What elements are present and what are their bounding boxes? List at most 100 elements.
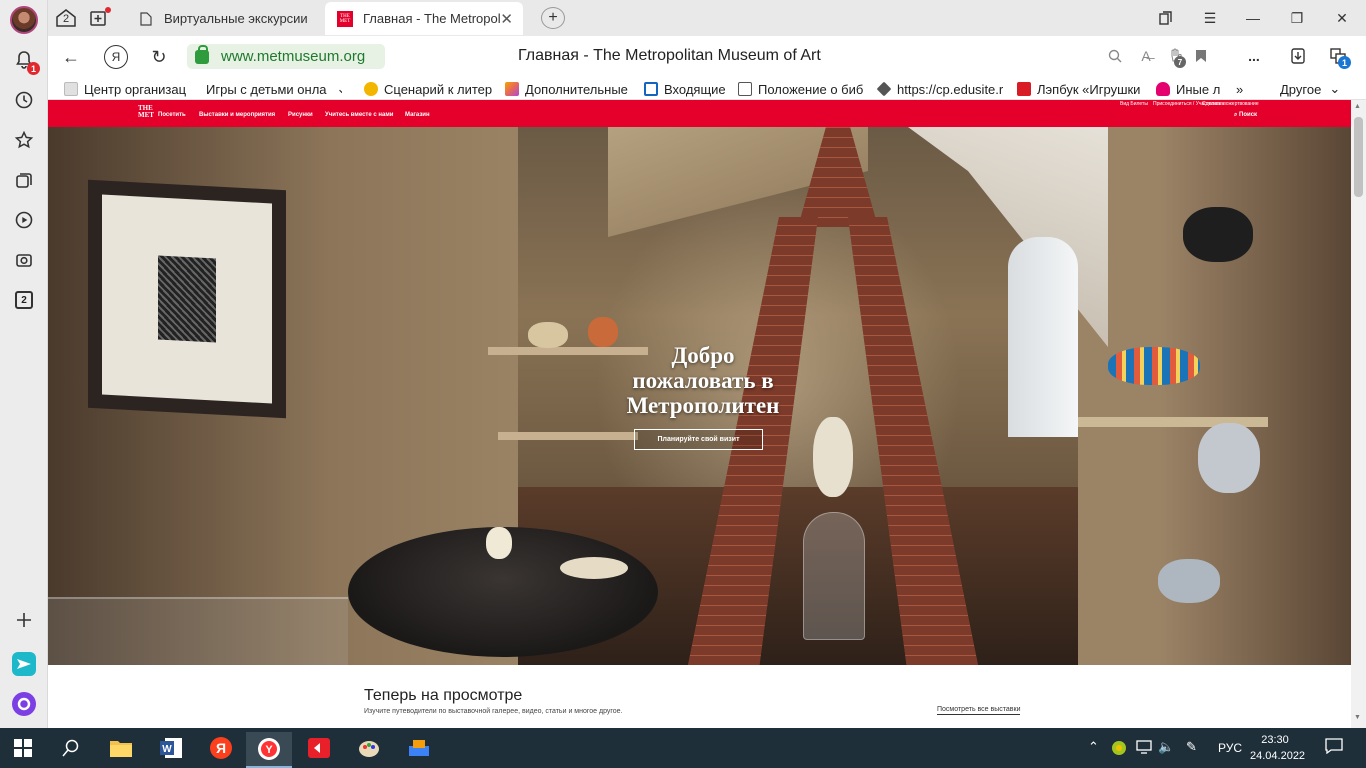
logo-line: MET: [138, 111, 154, 119]
tabs-overview-button[interactable]: 2: [54, 6, 78, 30]
taskbar-app[interactable]: [296, 730, 342, 766]
bookmarks-bar: Центр организац Игры с детьми онла ⌄ Сце…: [48, 76, 1366, 100]
taskbar-app-2[interactable]: [396, 730, 442, 766]
network-icon[interactable]: [1136, 740, 1152, 757]
collections-icon: [16, 173, 32, 188]
close-window-button[interactable]: ✕: [1330, 6, 1354, 30]
scroll-down-icon[interactable]: ▼: [1354, 714, 1361, 721]
browser-menu-button[interactable]: ☰: [1198, 6, 1222, 30]
search-page-button[interactable]: [1105, 46, 1125, 66]
volume-icon[interactable]: 🔈: [1158, 739, 1174, 755]
extensions-badge: 1: [1338, 56, 1351, 69]
hero-title: Добро пожаловать в Метрополитен: [626, 343, 780, 418]
address-bar: ← Я ↻ www.metmuseum.org Главная - The Me…: [48, 36, 1366, 76]
minimize-icon: —: [1246, 10, 1260, 26]
arrow-left-icon: ←: [62, 46, 80, 67]
taskbar-yandex[interactable]: Я: [198, 730, 244, 766]
video-button[interactable]: [10, 206, 38, 234]
start-button[interactable]: [0, 730, 46, 766]
yandex-button[interactable]: Я: [104, 45, 128, 69]
message-icon: [1325, 738, 1343, 755]
bookmark-item[interactable]: Иные л: [1156, 80, 1226, 98]
nav-shop[interactable]: Магазин: [405, 112, 430, 118]
util-tickets[interactable]: Вид Билеты: [1120, 101, 1148, 107]
extensions-button[interactable]: 1: [1328, 46, 1351, 69]
windows-icon: [14, 739, 32, 757]
page-scrollbar[interactable]: ▲ ▼: [1351, 100, 1366, 728]
url-field[interactable]: www.metmuseum.org: [187, 44, 385, 69]
minimize-button[interactable]: —: [1241, 6, 1265, 30]
screenshot-button[interactable]: [10, 246, 38, 274]
search-button[interactable]: [48, 730, 94, 766]
bookmark-item[interactable]: https://cp.edusite.r: [877, 80, 1003, 98]
scroll-thumb[interactable]: [1354, 117, 1363, 197]
notifications-button[interactable]: 1: [10, 46, 40, 75]
taskbar-explorer[interactable]: [98, 730, 144, 766]
bookmark-folder[interactable]: Игры с детьми онла ⌄: [206, 80, 342, 98]
plan-visit-button[interactable]: Планируйте свой визит: [634, 429, 763, 450]
back-button[interactable]: ←: [58, 44, 84, 70]
new-group-button[interactable]: [88, 6, 112, 30]
bookmark-favicon-icon: [1156, 82, 1170, 96]
maximize-button[interactable]: ❐: [1285, 6, 1309, 30]
clock-time: 23:30: [1261, 734, 1289, 746]
met-logo[interactable]: THE MET: [138, 105, 154, 119]
bookmark-item[interactable]: Дополнительные: [505, 80, 629, 98]
collections-button[interactable]: [10, 166, 38, 194]
taskbar-paint[interactable]: [346, 730, 392, 766]
tray-expand-icon[interactable]: ⌃: [1088, 739, 1099, 755]
reload-button[interactable]: ↻: [146, 44, 172, 70]
hero-plate: [560, 557, 628, 579]
taskbar-yandex-browser[interactable]: Y: [246, 732, 292, 768]
language-indicator[interactable]: РУС: [1218, 741, 1242, 755]
collections-toolbar-button[interactable]: [1154, 6, 1178, 30]
bookmark-icon: [1196, 50, 1206, 62]
close-tab-icon[interactable]: ✕: [500, 10, 513, 28]
notification-center-button[interactable]: [1325, 738, 1343, 757]
svg-text:Y: Y: [265, 744, 273, 756]
framed-print: [88, 179, 286, 419]
bookmark-item[interactable]: Положение о биб: [738, 80, 864, 98]
new-tab-button[interactable]: +: [541, 7, 565, 29]
bookmark-label: Центр организац: [84, 81, 187, 97]
bookmark-page-button[interactable]: [1191, 46, 1211, 66]
tabs-count: 2: [15, 291, 33, 309]
user-avatar[interactable]: [10, 6, 38, 34]
translate-button[interactable]: A̶: [1136, 46, 1156, 66]
tray-app-icon[interactable]: [1111, 740, 1127, 759]
nav-visit[interactable]: Посетить: [158, 112, 186, 118]
downloads-panel-button[interactable]: [1288, 46, 1308, 66]
history-button[interactable]: [10, 86, 38, 114]
bookmark-item[interactable]: Лэпбук «Игрушки: [1017, 80, 1143, 98]
clock[interactable]: 23:30 24.04.2022: [1250, 732, 1305, 764]
messenger-button[interactable]: [10, 650, 38, 678]
pen-icon[interactable]: ✎: [1186, 739, 1197, 755]
favorites-button[interactable]: [10, 126, 38, 154]
more-button[interactable]: ...: [1244, 46, 1264, 66]
alice-button[interactable]: [10, 690, 38, 718]
bookmarks-overflow-button[interactable]: »: [1236, 80, 1252, 98]
hero-mug: [486, 527, 512, 559]
downloads-button[interactable]: 7: [1166, 46, 1186, 68]
nav-art[interactable]: Рисунки: [288, 112, 313, 118]
lock-icon: [195, 44, 209, 64]
view-all-exhibitions-link[interactable]: Посмотреть все выставки: [937, 706, 1021, 715]
hero-glass-rail: [48, 597, 348, 665]
add-panel-button[interactable]: [10, 606, 38, 634]
bookmark-item[interactable]: Входящие: [644, 80, 726, 98]
downloads-badge: 7: [1174, 56, 1186, 68]
nav-learn[interactable]: Учитесь вместе с нами: [325, 112, 393, 118]
scroll-up-icon[interactable]: ▲: [1354, 103, 1361, 110]
tab-virtual-tours[interactable]: Виртуальные экскурсии: [126, 2, 322, 35]
bookmark-item[interactable]: Центр организац: [64, 80, 192, 98]
document-icon: [138, 11, 154, 27]
other-bookmarks-folder[interactable]: Другое ⌄: [1280, 80, 1346, 98]
util-donate[interactable]: Сделать пожертвование: [1202, 101, 1259, 107]
tabs-count-button[interactable]: 2: [10, 286, 38, 314]
bookmark-item[interactable]: Сценарий к литер: [364, 80, 492, 98]
hero-ceramic: [1108, 347, 1200, 385]
tab-met-museum[interactable]: THE MET Главная - The Metropol ✕: [325, 2, 523, 35]
nav-exhibitions[interactable]: Выставки и мероприятия: [199, 112, 275, 118]
taskbar-word[interactable]: W: [148, 730, 194, 766]
search-link[interactable]: ⌕ Поиск: [1234, 112, 1257, 119]
